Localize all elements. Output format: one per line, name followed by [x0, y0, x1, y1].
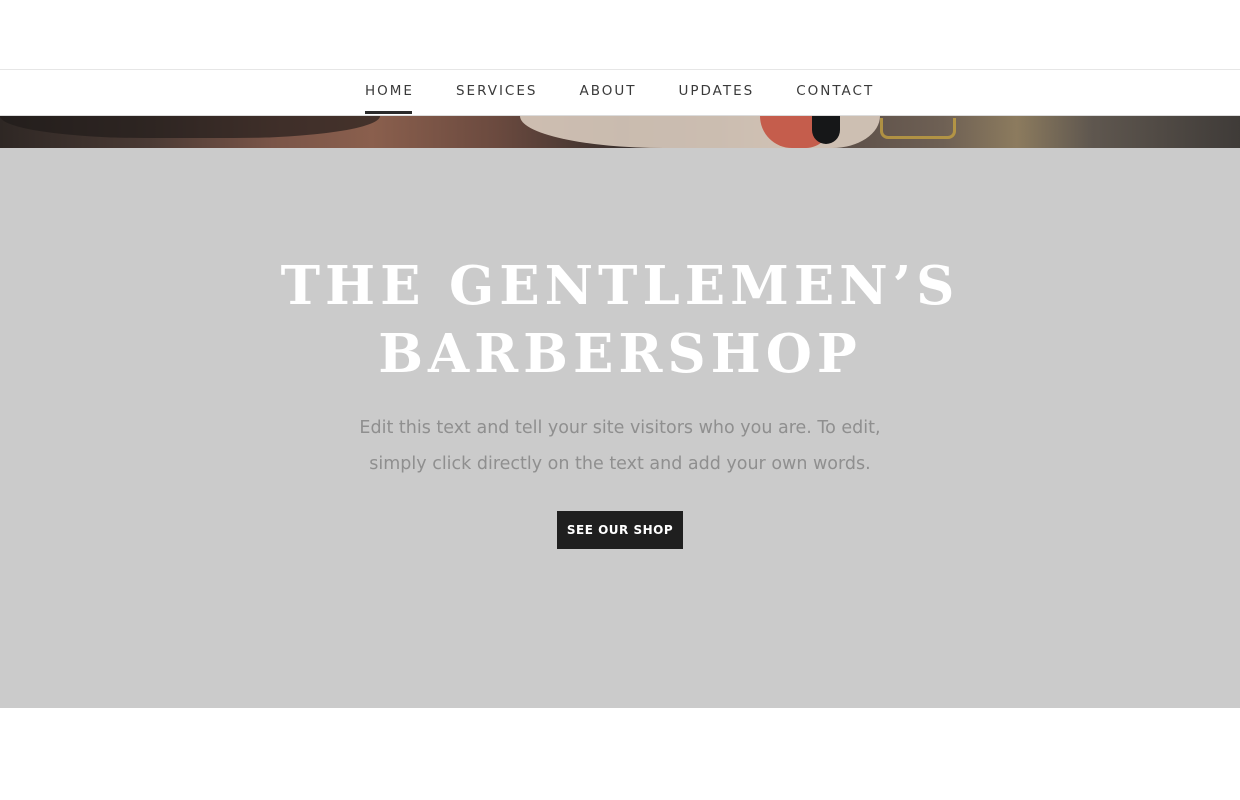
nav-item-about[interactable]: ABOUT	[579, 70, 636, 116]
hero-text-line2: simply click directly on the text and ad…	[369, 454, 871, 474]
hero-title: THE GENTLEMEN’S BARBERSHOP	[220, 252, 1020, 388]
hero-title-line2: BARBERSHOP	[378, 323, 862, 385]
top-header	[0, 0, 1240, 70]
photo-dark-shape	[812, 116, 840, 144]
nav-item-contact[interactable]: CONTACT	[796, 70, 874, 116]
photo-shadow-shape	[0, 116, 380, 138]
nav-list: HOME SERVICES ABOUT UPDATES CONTACT	[365, 70, 874, 116]
hero-section: THE GENTLEMEN’S BARBERSHOP Edit this tex…	[0, 148, 1240, 708]
hero-title-line1: THE GENTLEMEN’S	[280, 255, 960, 317]
main-navigation: HOME SERVICES ABOUT UPDATES CONTACT	[0, 70, 1240, 116]
photo-gold-shape	[880, 118, 956, 139]
hero-photo-strip	[0, 116, 1240, 148]
hero-description: Edit this text and tell your site visito…	[340, 410, 900, 482]
nav-item-updates[interactable]: UPDATES	[678, 70, 754, 116]
hero-text-line1: Edit this text and tell your site visito…	[359, 418, 881, 438]
see-our-shop-button[interactable]: SEE OUR SHOP	[557, 511, 683, 549]
page-bottom-area	[0, 708, 1240, 800]
nav-item-home[interactable]: HOME	[365, 70, 414, 116]
nav-item-services[interactable]: SERVICES	[456, 70, 537, 116]
